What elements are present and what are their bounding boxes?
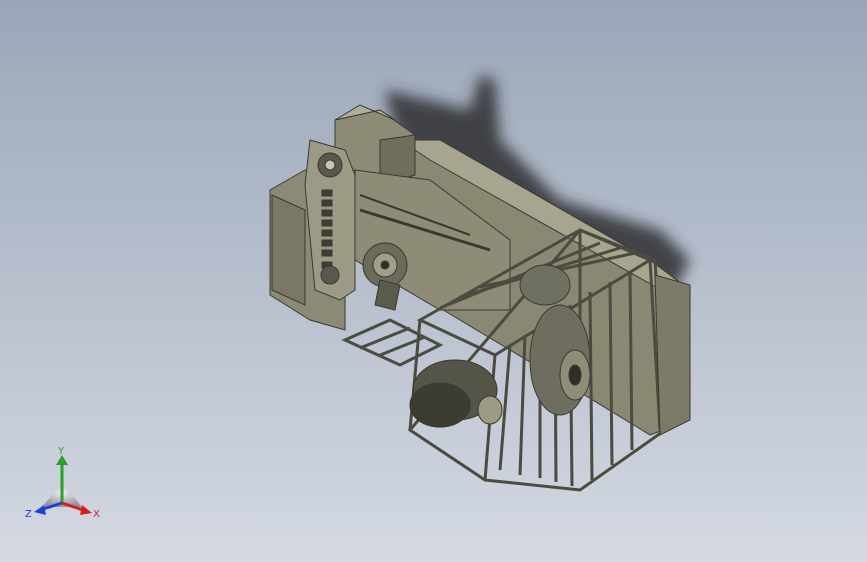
drum-top xyxy=(519,264,571,306)
3d-viewport[interactable]: Y X Z xyxy=(0,0,867,562)
x-axis-label: X xyxy=(93,509,100,520)
small-pulley xyxy=(477,395,503,425)
left-cabinet-face xyxy=(271,194,306,306)
gear-bottom xyxy=(320,265,340,285)
right-panel xyxy=(654,274,691,436)
cad-model-scene[interactable] xyxy=(0,0,867,562)
orientation-triad[interactable]: Y X Z xyxy=(22,445,112,530)
z-axis-label: Z xyxy=(25,509,32,520)
y-axis-label: Y xyxy=(57,446,65,457)
machine-model[interactable] xyxy=(269,104,692,492)
